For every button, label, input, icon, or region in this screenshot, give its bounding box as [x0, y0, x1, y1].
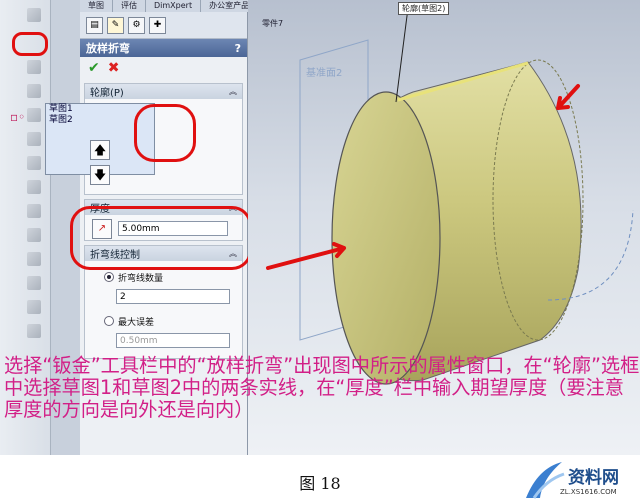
lofted-bend-tool-highlight[interactable] — [12, 32, 48, 56]
toolbar-icon[interactable] — [27, 156, 41, 170]
max-deviation-input[interactable]: 0.50mm — [116, 333, 230, 348]
tab-evaluate[interactable]: 评估 — [113, 0, 146, 12]
profile-highlight — [134, 104, 196, 162]
thickness-highlight — [70, 206, 252, 270]
toolbar-icon[interactable] — [27, 132, 41, 146]
toolbar-icon[interactable] — [27, 60, 41, 74]
label-leader — [395, 7, 409, 103]
panel-header: 放样折弯 ? — [80, 39, 247, 57]
near-face[interactable] — [331, 91, 441, 385]
move-up-button[interactable]: 🡅 — [90, 140, 110, 160]
toolbar-icon[interactable] — [27, 180, 41, 194]
plane-label: 基准面2 — [306, 66, 342, 79]
profile-label: 轮廓(P) — [90, 88, 124, 99]
toolbar-icon[interactable] — [27, 84, 41, 98]
annotation-arrow-top — [556, 84, 580, 110]
feature-tree-tab-icon[interactable]: ▤ — [86, 16, 103, 34]
max-deviation-label: 最大误差 — [118, 318, 155, 328]
tab-sketch[interactable]: 草图 — [80, 0, 113, 12]
ok-button[interactable]: ✔ — [88, 60, 100, 76]
bend-count-input[interactable]: 2 — [116, 289, 230, 304]
bend-count-radio[interactable] — [104, 272, 114, 282]
display-tab-icon[interactable]: ✚ — [149, 16, 166, 34]
configuration-tab-icon[interactable]: ⚙ — [128, 16, 145, 34]
panel-title: 放样折弯 — [86, 42, 130, 55]
toolbar-icon[interactable] — [27, 276, 41, 290]
max-deviation-radio[interactable] — [104, 316, 114, 326]
toolbar-icon[interactable] — [27, 252, 41, 266]
profile-section-header[interactable]: 轮廓(P) ︽ — [85, 84, 242, 99]
toolbar-icon[interactable] — [27, 8, 41, 22]
toolbar-icon[interactable] — [27, 300, 41, 314]
toolbar-icon[interactable] — [27, 228, 41, 242]
profile-callout: 轮廓(草图2) — [398, 2, 450, 15]
help-icon[interactable]: ? — [235, 42, 241, 55]
site-logo-text: 资料网 — [568, 468, 619, 488]
move-down-button[interactable]: 🡇 — [90, 165, 110, 185]
screenshot-frame: 草图 评估 DimXpert 办公室产品 ▤ ✎ ⚙ ✚ 放样折弯 ? ✔ ✖ … — [0, 0, 640, 455]
bend-count-label: 折弯线数量 — [118, 274, 164, 284]
site-logo-url: ZL.XS1616.COM — [560, 488, 617, 496]
profile-icon: ▫◦ — [10, 110, 26, 124]
ok-cancel-row: ✔ ✖ — [80, 57, 247, 79]
toolbar-icon[interactable] — [27, 108, 41, 122]
collapse-icon[interactable]: ︽ — [229, 86, 237, 97]
manager-tabs: ▤ ✎ ⚙ ✚ — [80, 12, 247, 39]
tab-dimxpert[interactable]: DimXpert — [146, 0, 202, 12]
property-manager-tab-icon[interactable]: ✎ — [107, 16, 124, 34]
instruction-caption: 选择“钣金”工具栏中的“放样折弯”出现图中所示的属性窗口，在“轮廓”选框中选择草… — [4, 354, 640, 421]
toolbar-icon[interactable] — [27, 324, 41, 338]
toolbar-icon[interactable] — [27, 204, 41, 218]
cancel-button[interactable]: ✖ — [108, 60, 120, 76]
